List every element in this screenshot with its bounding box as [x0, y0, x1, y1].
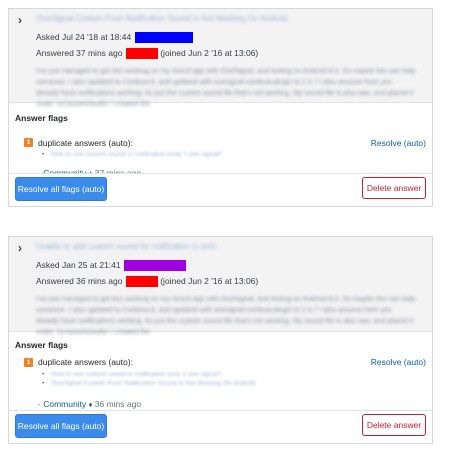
duplicate-link[interactable]: How to use custom sound in notification …	[51, 371, 221, 378]
flagged-answer-card: › Unable to add custom sound for notific…	[8, 236, 433, 444]
duplicate-link[interactable]: How to use custom sound in notification …	[51, 151, 222, 158]
answered-date: Answered 37 mins ago (joined Jun 2 '16 a…	[36, 48, 259, 60]
redacted-username	[125, 48, 158, 60]
answered-date: Answered 36 mins ago (joined Jun 2 '16 a…	[36, 276, 259, 288]
flag-count-badge: 1	[24, 358, 33, 367]
list-item[interactable]: OneSignal Custom Push Notification Sound…	[42, 379, 255, 388]
flag-type-label: duplicate answers (auto):	[38, 357, 133, 367]
joined-text: (joined Jun 2 '16 at 13:06)	[160, 48, 259, 58]
redacted-username	[134, 32, 193, 44]
asked-date: Asked Jul 24 '18 at 18:44	[36, 32, 193, 44]
flagger-info: - Community ♦ 36 mins ago	[38, 399, 142, 409]
flag-type-label: duplicate answers (auto):	[38, 138, 133, 148]
duplicate-links-list: How to use custom sound in notification …	[42, 150, 222, 159]
moderator-diamond-icon: ♦	[88, 400, 93, 409]
duplicate-link[interactable]: OneSignal Custom Push Notification Sound…	[51, 380, 255, 387]
resolve-flag-link[interactable]: Resolve (auto)	[371, 138, 426, 148]
delete-answer-button[interactable]: Delete answer	[362, 177, 426, 199]
question-title-link[interactable]: OneSignal Custom Push Notification Sound…	[36, 14, 288, 23]
question-summary: › OneSignal Custom Push Notification Sou…	[9, 9, 432, 108]
resolve-all-flags-button[interactable]: Resolve all flags (auto)	[15, 177, 107, 201]
answer-body: I've just managed to get this working on…	[36, 296, 416, 336]
joined-text: (joined Jun 2 '16 at 13:06)	[160, 276, 259, 286]
list-item[interactable]: How to use custom sound in notification …	[42, 370, 255, 379]
flagger-user-link[interactable]: Community	[43, 399, 86, 409]
question-title-link[interactable]: Unable to add custom sound for notificat…	[36, 242, 217, 251]
resolve-all-flags-button[interactable]: Resolve all flags (auto)	[15, 414, 107, 438]
duplicate-links-list: How to use custom sound in notification …	[42, 370, 255, 388]
answered-text: Answered 37 mins ago	[36, 48, 123, 58]
answered-text: Answered 36 mins ago	[36, 276, 123, 286]
chevron-right-icon[interactable]: ›	[18, 242, 28, 254]
answer-flags-heading: Answer flags	[15, 340, 68, 350]
flag-count-badge: 1	[24, 138, 33, 147]
card-actions: Resolve all flags (auto) Delete answer	[9, 173, 432, 206]
list-item[interactable]: How to use custom sound in notification …	[42, 150, 222, 159]
redacted-username	[125, 276, 158, 288]
card-actions: Resolve all flags (auto) Delete answer	[9, 410, 432, 443]
redacted-username	[123, 260, 186, 272]
answer-body: I've just managed to get this working on…	[36, 68, 416, 108]
resolve-flag-link[interactable]: Resolve (auto)	[371, 357, 426, 367]
asked-text: Asked Jan 25 at 21:41	[36, 260, 121, 270]
flagged-answer-card: › OneSignal Custom Push Notification Sou…	[8, 8, 433, 207]
question-summary: › Unable to add custom sound for notific…	[9, 237, 432, 336]
asked-date: Asked Jan 25 at 21:41	[36, 260, 186, 272]
flag-time: 36 mins ago	[94, 399, 142, 409]
delete-answer-button[interactable]: Delete answer	[362, 414, 426, 436]
asked-text: Asked Jul 24 '18 at 18:44	[36, 32, 132, 42]
answer-flags-heading: Answer flags	[15, 113, 68, 123]
chevron-right-icon[interactable]: ›	[18, 14, 28, 26]
